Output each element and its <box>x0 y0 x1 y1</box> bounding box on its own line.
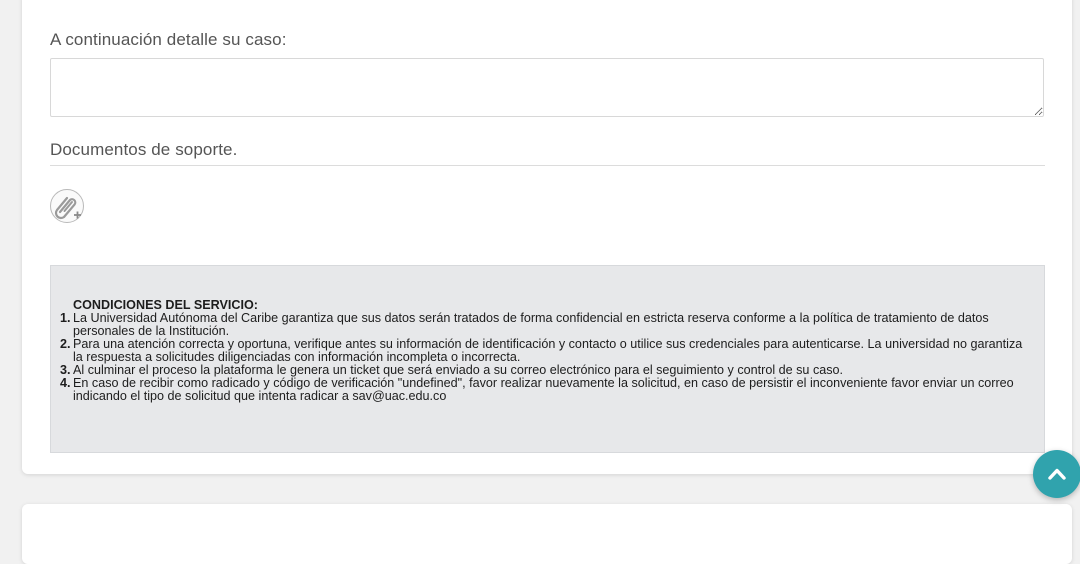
attach-file-button[interactable] <box>50 189 84 223</box>
docs-label: Documentos de soporte. <box>50 140 238 159</box>
divider <box>50 165 1045 166</box>
condition-text: Al culminar el proceso la plataforma le … <box>73 363 844 377</box>
service-conditions: CONDICIONES DEL SERVICIO: 1. La Universi… <box>50 265 1045 453</box>
condition-number: 4. <box>60 376 71 390</box>
details-textarea[interactable] <box>50 58 1044 117</box>
condition-text: En caso de recibir como radicado y códig… <box>73 376 1014 403</box>
condition-text: Para una atención correcta y oportuna, v… <box>73 337 1023 364</box>
conditions-list: 1. La Universidad Autónoma del Caribe ga… <box>60 312 1024 403</box>
chevron-up-icon <box>1048 468 1066 480</box>
scroll-to-top-button[interactable] <box>1033 450 1080 498</box>
condition-item: 4. En caso de recibir como radicado y có… <box>60 377 1024 403</box>
condition-item: 1. La Universidad Autónoma del Caribe ga… <box>60 312 1024 338</box>
condition-text: La Universidad Autónoma del Caribe garan… <box>73 311 989 338</box>
next-card <box>22 504 1072 564</box>
condition-number: 1. <box>60 311 71 325</box>
condition-number: 2. <box>60 337 71 351</box>
details-label: A continuación detalle su caso: <box>50 30 287 49</box>
paperclip-plus-icon <box>54 196 81 220</box>
form-card: A continuación detalle su caso: Document… <box>22 0 1072 474</box>
condition-item: 2. Para una atención correcta y oportuna… <box>60 338 1024 364</box>
